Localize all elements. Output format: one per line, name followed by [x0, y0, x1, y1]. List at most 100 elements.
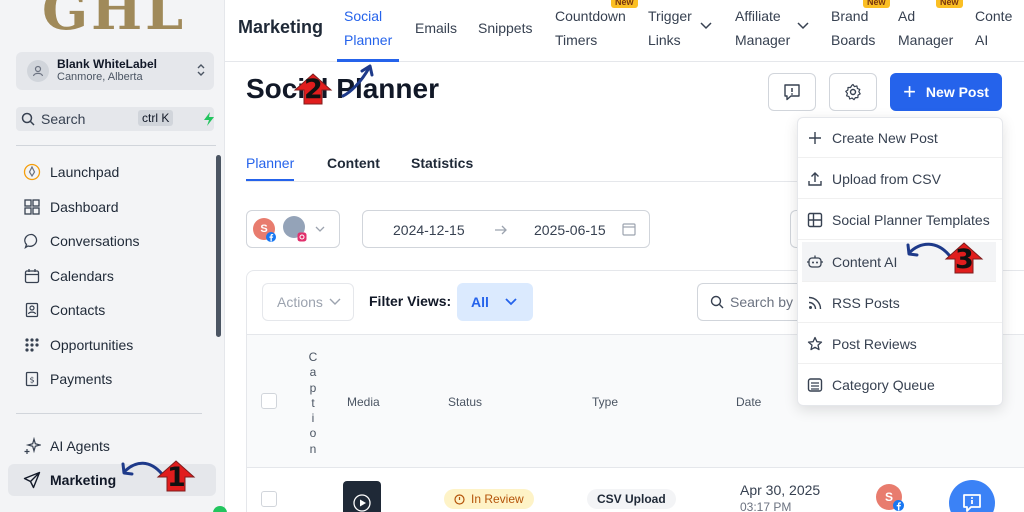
- plus-icon: +: [903, 79, 916, 104]
- tab-label: AI: [975, 32, 989, 48]
- filter-views-value: All: [471, 294, 489, 310]
- actions-label: Actions: [277, 294, 323, 310]
- search-placeholder: Search by: [730, 294, 794, 310]
- chat-bubble-icon: [22, 233, 42, 249]
- account-name: Blank WhiteLabel: [57, 57, 158, 71]
- facebook-icon: [893, 500, 904, 511]
- media-thumbnail[interactable]: [343, 481, 381, 512]
- tab-label: Brand: [831, 8, 869, 24]
- chevron-down-icon: [505, 298, 517, 306]
- column-header-media[interactable]: Media: [347, 395, 380, 409]
- tab-label: Social: [344, 8, 383, 24]
- row-checkbox[interactable]: [261, 491, 277, 507]
- annotation-curved-arrow-icon: [341, 64, 374, 98]
- chevron-updown-icon: [197, 64, 205, 76]
- robot-icon: [806, 254, 824, 270]
- annotation-step-1: 1: [167, 462, 186, 493]
- divider: [16, 413, 202, 414]
- chevron-down-icon: [329, 298, 341, 305]
- tab-label: Emails: [415, 20, 458, 36]
- tab-label: Planner: [344, 32, 393, 48]
- posts-search-input[interactable]: Search by: [697, 283, 807, 321]
- sidebar-item-contacts[interactable]: Contacts: [8, 294, 216, 326]
- column-header-caption[interactable]: Caption: [308, 350, 318, 457]
- sidebar-search[interactable]: Search ctrl K: [16, 107, 214, 131]
- menu-item-social-planner-templates[interactable]: Social Planner Templates: [798, 200, 1002, 240]
- sidebar-item-label: Opportunities: [50, 337, 134, 353]
- start-date: 2024-12-15: [393, 222, 465, 238]
- search-shortcut: ctrl K: [138, 110, 174, 126]
- top-navigation: Marketing Social Planner Emails Snippets…: [225, 0, 1024, 62]
- company-logo[interactable]: GHL: [42, 0, 186, 42]
- user-icon: [32, 65, 44, 77]
- menu-item-upload-csv[interactable]: Upload from CSV: [798, 159, 1002, 199]
- chat-info-icon: [963, 494, 981, 512]
- search-icon: [710, 295, 724, 309]
- sidebar-item-dashboard[interactable]: Dashboard: [8, 191, 216, 223]
- sidebar-item-ai-agents[interactable]: AI Agents: [8, 430, 216, 462]
- section-title: Marketing: [238, 17, 324, 37]
- payments-icon: $: [22, 371, 42, 387]
- sidebar-item-label: Marketing: [50, 472, 117, 488]
- tab-label: Snippets: [478, 20, 533, 36]
- chevron-down-icon: [700, 22, 712, 30]
- sidebar-item-payments[interactable]: $ Payments: [8, 363, 216, 395]
- chevron-down-icon: [315, 226, 325, 232]
- lightning-icon[interactable]: [202, 111, 216, 127]
- template-icon: [806, 212, 824, 228]
- review-icon: [454, 493, 465, 505]
- plus-icon: [806, 131, 824, 145]
- avatar: [27, 60, 49, 82]
- actions-dropdown[interactable]: Actions: [262, 283, 354, 321]
- column-header-type[interactable]: Type: [592, 395, 618, 409]
- menu-item-create-new-post[interactable]: Create New Post: [798, 118, 1002, 158]
- new-post-label: New Post: [925, 84, 989, 100]
- column-header-date[interactable]: Date: [736, 395, 761, 409]
- account-switcher[interactable]: Blank WhiteLabel Canmore, Alberta: [16, 52, 214, 90]
- divider: [16, 145, 216, 146]
- sidebar-scrollbar[interactable]: [216, 155, 221, 337]
- filter-views-select[interactable]: All: [457, 283, 533, 321]
- arrow-right-icon: [495, 225, 507, 235]
- new-post-button[interactable]: + New Post: [890, 73, 1002, 111]
- sidebar-item-opportunities[interactable]: Opportunities: [8, 329, 216, 361]
- sidebar-item-label: Calendars: [50, 268, 114, 284]
- opportunities-icon: [22, 337, 42, 353]
- sidebar-item-label: Contacts: [50, 302, 106, 318]
- upload-icon: [806, 171, 824, 187]
- sidebar-item-launchpad[interactable]: Launchpad: [8, 156, 216, 188]
- feedback-button[interactable]: [768, 73, 816, 111]
- end-date: 2025-06-15: [534, 222, 606, 238]
- star-icon: [806, 336, 824, 352]
- chevron-down-icon: [797, 22, 809, 30]
- column-header-status[interactable]: Status: [448, 395, 482, 409]
- subtab-content[interactable]: Content: [327, 155, 380, 171]
- new-badge: New: [936, 0, 963, 8]
- sidebar-item-label: Dashboard: [50, 199, 119, 215]
- rss-icon: [806, 296, 824, 310]
- subtab-statistics[interactable]: Statistics: [411, 155, 473, 171]
- send-icon: [22, 471, 42, 489]
- sidebar-item-conversations[interactable]: Conversations: [8, 225, 216, 257]
- tab-label: Links: [648, 32, 681, 48]
- sidebar-item-label: AI Agents: [50, 438, 110, 454]
- settings-button[interactable]: [829, 73, 877, 111]
- tab-label: Affiliate: [735, 8, 781, 24]
- annotation-step-2: 2: [304, 74, 323, 105]
- subtab-planner[interactable]: Planner: [246, 155, 294, 171]
- menu-item-rss-posts[interactable]: RSS Posts: [798, 283, 1002, 323]
- menu-item-category-queue[interactable]: Category Queue: [798, 365, 1002, 405]
- queue-icon: [806, 377, 824, 393]
- sidebar-item-label: Launchpad: [50, 164, 120, 180]
- sidebar-item-calendars[interactable]: Calendars: [8, 260, 216, 292]
- date-range-picker[interactable]: 2024-12-15 2025-06-15: [362, 210, 650, 248]
- menu-item-post-reviews[interactable]: Post Reviews: [798, 324, 1002, 364]
- facebook-icon: [266, 232, 276, 242]
- play-icon: [353, 494, 371, 512]
- account-filter[interactable]: S: [246, 210, 340, 248]
- active-subtab-indicator: [246, 179, 294, 181]
- select-all-checkbox[interactable]: [261, 393, 277, 409]
- grid-icon: [22, 199, 42, 215]
- account-location: Canmore, Alberta: [57, 71, 143, 83]
- new-badge: New: [863, 0, 890, 8]
